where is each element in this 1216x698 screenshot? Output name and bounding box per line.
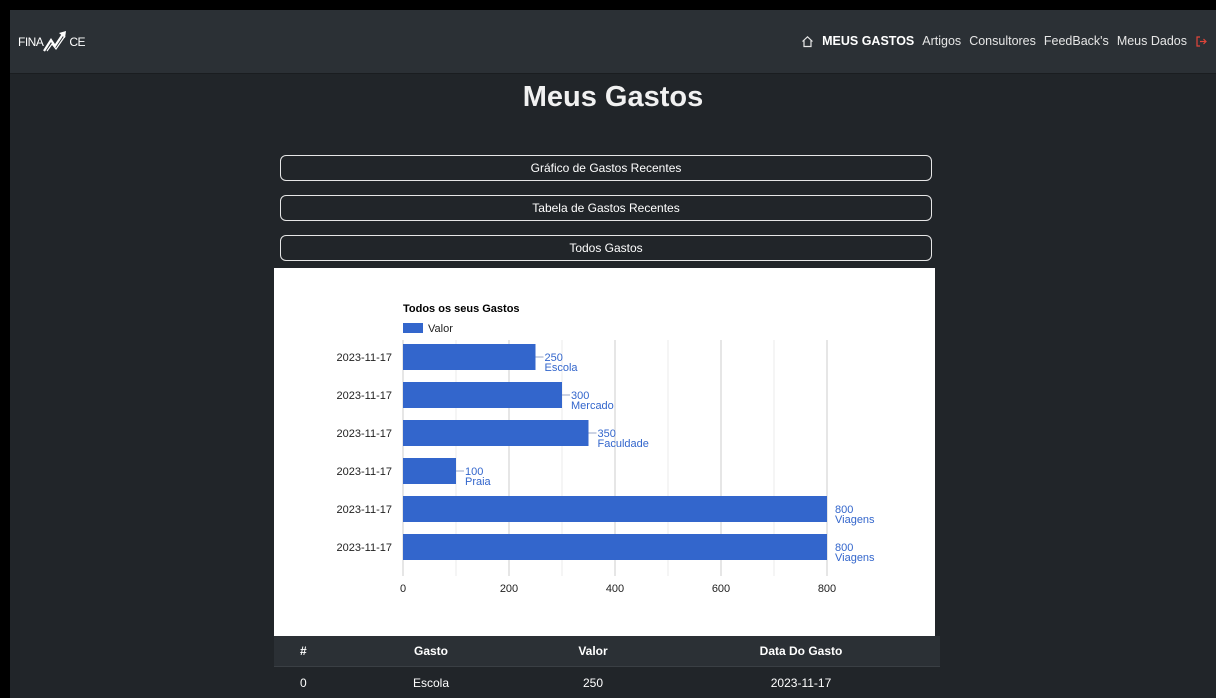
y-tick-label: 2023-11-17 — [337, 542, 392, 554]
y-tick-label: 2023-11-17 — [337, 428, 392, 440]
bar-annotation-label: Faculdade — [598, 438, 649, 450]
header-gasto: Gasto — [413, 643, 448, 658]
bar — [403, 344, 536, 370]
table-row: 0 Escola 250 2023-11-17 — [274, 666, 940, 698]
chart-panel: Todos os seus Gastos Valor 2023-11-17 250 Es… — [274, 268, 935, 636]
bar-annotation-label: Praia — [465, 476, 492, 488]
x-tick-label: 400 — [606, 583, 624, 595]
nav-item-meus-dados[interactable]: Meus Dados — [1117, 34, 1187, 48]
header-valor: Valor — [578, 643, 608, 658]
expenses-table: # Gasto Valor Data Do Gasto 0 Escola 250… — [274, 636, 940, 698]
x-tick-label: 800 — [818, 583, 836, 595]
home-link[interactable] — [801, 35, 814, 48]
y-tick-label: 2023-11-17 — [337, 352, 392, 364]
page-title: Meus Gastos — [522, 81, 704, 113]
x-tick-label: 200 — [500, 583, 518, 595]
x-tick-label: 600 — [712, 583, 730, 595]
logout-button[interactable] — [1195, 35, 1208, 48]
accordion-tabela-button[interactable]: Tabela de Gastos Recentes — [280, 195, 932, 221]
cell-data: 2023-11-17 — [770, 675, 832, 690]
bar-annotation-label: Escola — [545, 362, 579, 374]
app-window: FINA CE MEUS GASTOS Artigos Consultores … — [10, 10, 1216, 698]
legend-label: Valor — [428, 323, 453, 335]
bar-chart: Todos os seus GastosValor2023-11-17 250Es… — [337, 303, 876, 595]
logout-icon — [1196, 35, 1207, 47]
brand-logo[interactable]: FINA CE — [18, 31, 86, 53]
header-data: Data Do Gasto — [759, 643, 843, 658]
brand-text-left: FINA — [18, 35, 44, 49]
y-tick-label: 2023-11-17 — [337, 390, 392, 402]
cell-gasto: Escola — [412, 675, 450, 690]
accordion-todos-button[interactable]: Todos Gastos — [280, 235, 932, 261]
cell-index: 0 — [300, 675, 307, 690]
y-tick-label: 2023-11-17 — [337, 466, 392, 478]
table-header-row: # Gasto Valor Data Do Gasto — [274, 636, 940, 666]
bar — [403, 534, 827, 560]
bar-annotation-label: Viagens — [835, 514, 875, 526]
nav-item-consultores[interactable]: Consultores — [969, 34, 1036, 48]
bar — [403, 496, 827, 522]
nav-item-meus-gastos[interactable]: MEUS GASTOS — [822, 34, 914, 48]
legend-swatch — [403, 323, 423, 333]
brand-text-right: CE — [69, 35, 86, 49]
cell-valor: 250 — [582, 675, 604, 690]
nav-menu: MEUS GASTOS Artigos Consultores FeedBack… — [793, 34, 1208, 48]
bar — [403, 420, 589, 446]
y-tick-label: 2023-11-17 — [337, 504, 392, 516]
logo-chart-icon — [43, 31, 67, 52]
bar — [403, 458, 456, 484]
accordion-grafico-button[interactable]: Gráfico de Gastos Recentes — [280, 155, 932, 181]
bar-annotation-label: Viagens — [835, 552, 875, 564]
x-tick-label: 0 — [400, 583, 406, 595]
chart-title: Todos os seus Gastos — [403, 303, 520, 315]
nav-item-feedbacks[interactable]: FeedBack's — [1044, 34, 1109, 48]
navbar: FINA CE MEUS GASTOS Artigos Consultores … — [10, 10, 1216, 73]
expenses-table-wrapper: # Gasto Valor Data Do Gasto 0 Escola 250… — [274, 636, 940, 698]
nav-item-artigos[interactable]: Artigos — [922, 34, 961, 48]
bar-annotation-label: Mercado — [571, 400, 614, 412]
home-icon — [802, 35, 814, 47]
bar — [403, 382, 562, 408]
header-index: # — [300, 643, 307, 658]
